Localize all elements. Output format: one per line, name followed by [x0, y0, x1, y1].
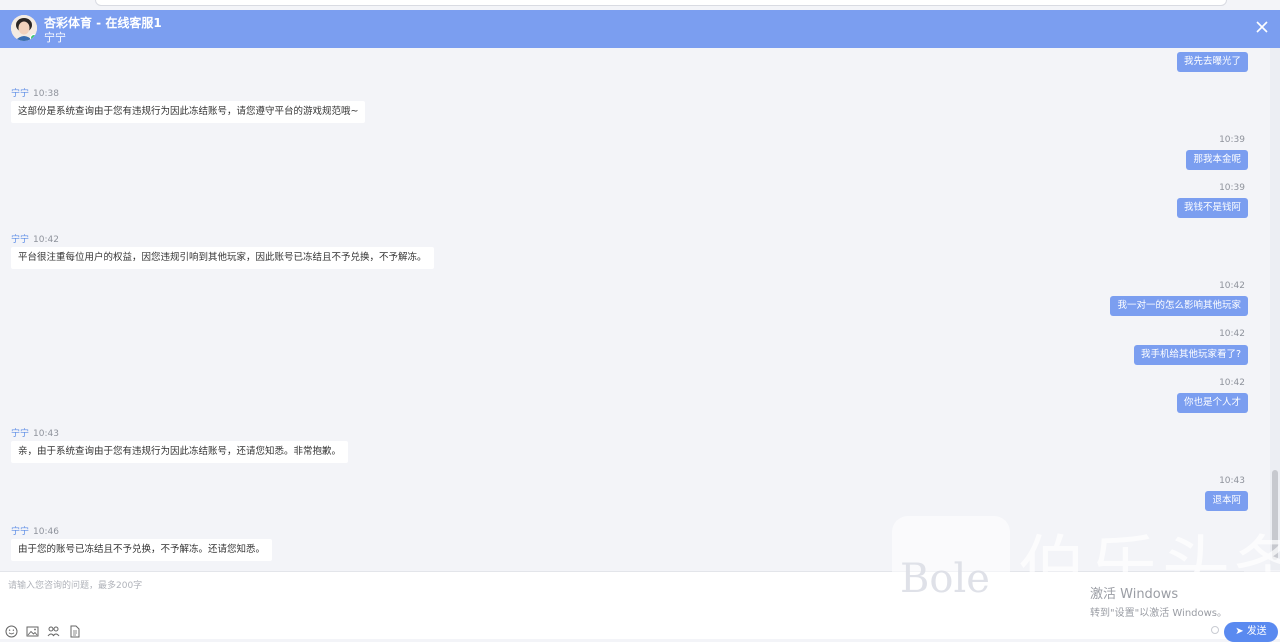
browser-top-strip	[0, 0, 1280, 10]
message-time: 10:42	[33, 235, 59, 245]
message-meta: 宁宁 10:38	[11, 86, 59, 99]
watermark-logo-text: Bole	[900, 556, 990, 602]
message-bubble-agent: 这部份是系统查询由于您有违规行为因此冻结账号，请您遵守平台的游戏规范哦~	[11, 101, 366, 123]
message-time: 10:42	[1219, 378, 1245, 388]
activation-title: 激活 Windows	[1090, 587, 1179, 602]
message-bubble-self: 我一对一的怎么影响其他玩家	[1110, 296, 1248, 316]
message-time: 10:38	[33, 89, 59, 99]
message-bubble-self: 我钱不是钱阿	[1176, 198, 1248, 218]
emoji-icon[interactable]	[5, 625, 18, 638]
message-bubble-agent: 平台很注重每位用户的权益，因您违规引响到其他玩家，因此账号已冻结且不予兑换，不予…	[11, 247, 434, 269]
message-time: 10:39	[1219, 135, 1245, 145]
address-bar[interactable]	[95, 0, 1227, 6]
message-sender: 宁宁	[11, 527, 30, 537]
message-sender: 宁宁	[11, 429, 30, 439]
file-icon[interactable]	[68, 625, 81, 638]
image-icon[interactable]	[26, 625, 39, 638]
send-button[interactable]: ➤ 发送	[1224, 622, 1278, 642]
chat-header: 杏彩体育 - 在线客服1 宁宁	[0, 10, 1280, 48]
message-list[interactable]: 我先去曝光了 宁宁 10:38 这部份是系统查询由于您有违规行为因此冻结账号，请您…	[0, 48, 1268, 570]
send-icon: ➤	[1235, 626, 1244, 637]
message-bubble-self: 我手机给其他玩家看了?	[1133, 345, 1248, 365]
message-meta: 宁宁 10:46	[11, 524, 59, 537]
message-bubble-agent: 由于您的账号已冻结且不予兑换，不予解冻。还请您知悉。	[11, 539, 273, 561]
online-status-dot	[30, 34, 37, 41]
message-time: 10:46	[33, 527, 59, 537]
message-bubble-self: 你也是个人才	[1176, 393, 1248, 413]
message-time: 10:43	[33, 429, 59, 439]
message-time: 10:43	[1219, 476, 1245, 486]
message-meta: 宁宁 10:43	[11, 426, 59, 439]
message-bubble-self: 退本阿	[1205, 491, 1248, 511]
message-time: 10:42	[1219, 329, 1245, 339]
close-icon[interactable]	[1254, 19, 1270, 35]
message-bubble-self: 我先去曝光了	[1176, 52, 1248, 72]
watermark-logo: Bole	[892, 516, 1010, 634]
message-bubble-self: 那我本金呢	[1186, 150, 1248, 170]
transfer-icon[interactable]	[47, 625, 60, 638]
send-label: 发送	[1246, 626, 1267, 637]
settings-icon[interactable]	[1210, 625, 1220, 635]
message-time: 10:42	[1219, 281, 1245, 291]
message-sender: 宁宁	[11, 235, 30, 245]
message-meta: 宁宁 10:42	[11, 232, 59, 245]
message-time: 10:39	[1219, 183, 1245, 193]
agent-name: 宁宁	[44, 31, 66, 44]
activation-subtitle: 转到"设置"以激活 Windows。	[1090, 608, 1228, 619]
agent-avatar	[11, 15, 37, 41]
message-sender: 宁宁	[11, 89, 30, 99]
message-bubble-agent: 亲，由于系统查询由于您有违规行为因此冻结账号，还请您知悉。非常抱歉。	[11, 441, 349, 463]
windows-activation-notice: 激活 Windows 转到"设置"以激活 Windows。	[1090, 583, 1227, 619]
